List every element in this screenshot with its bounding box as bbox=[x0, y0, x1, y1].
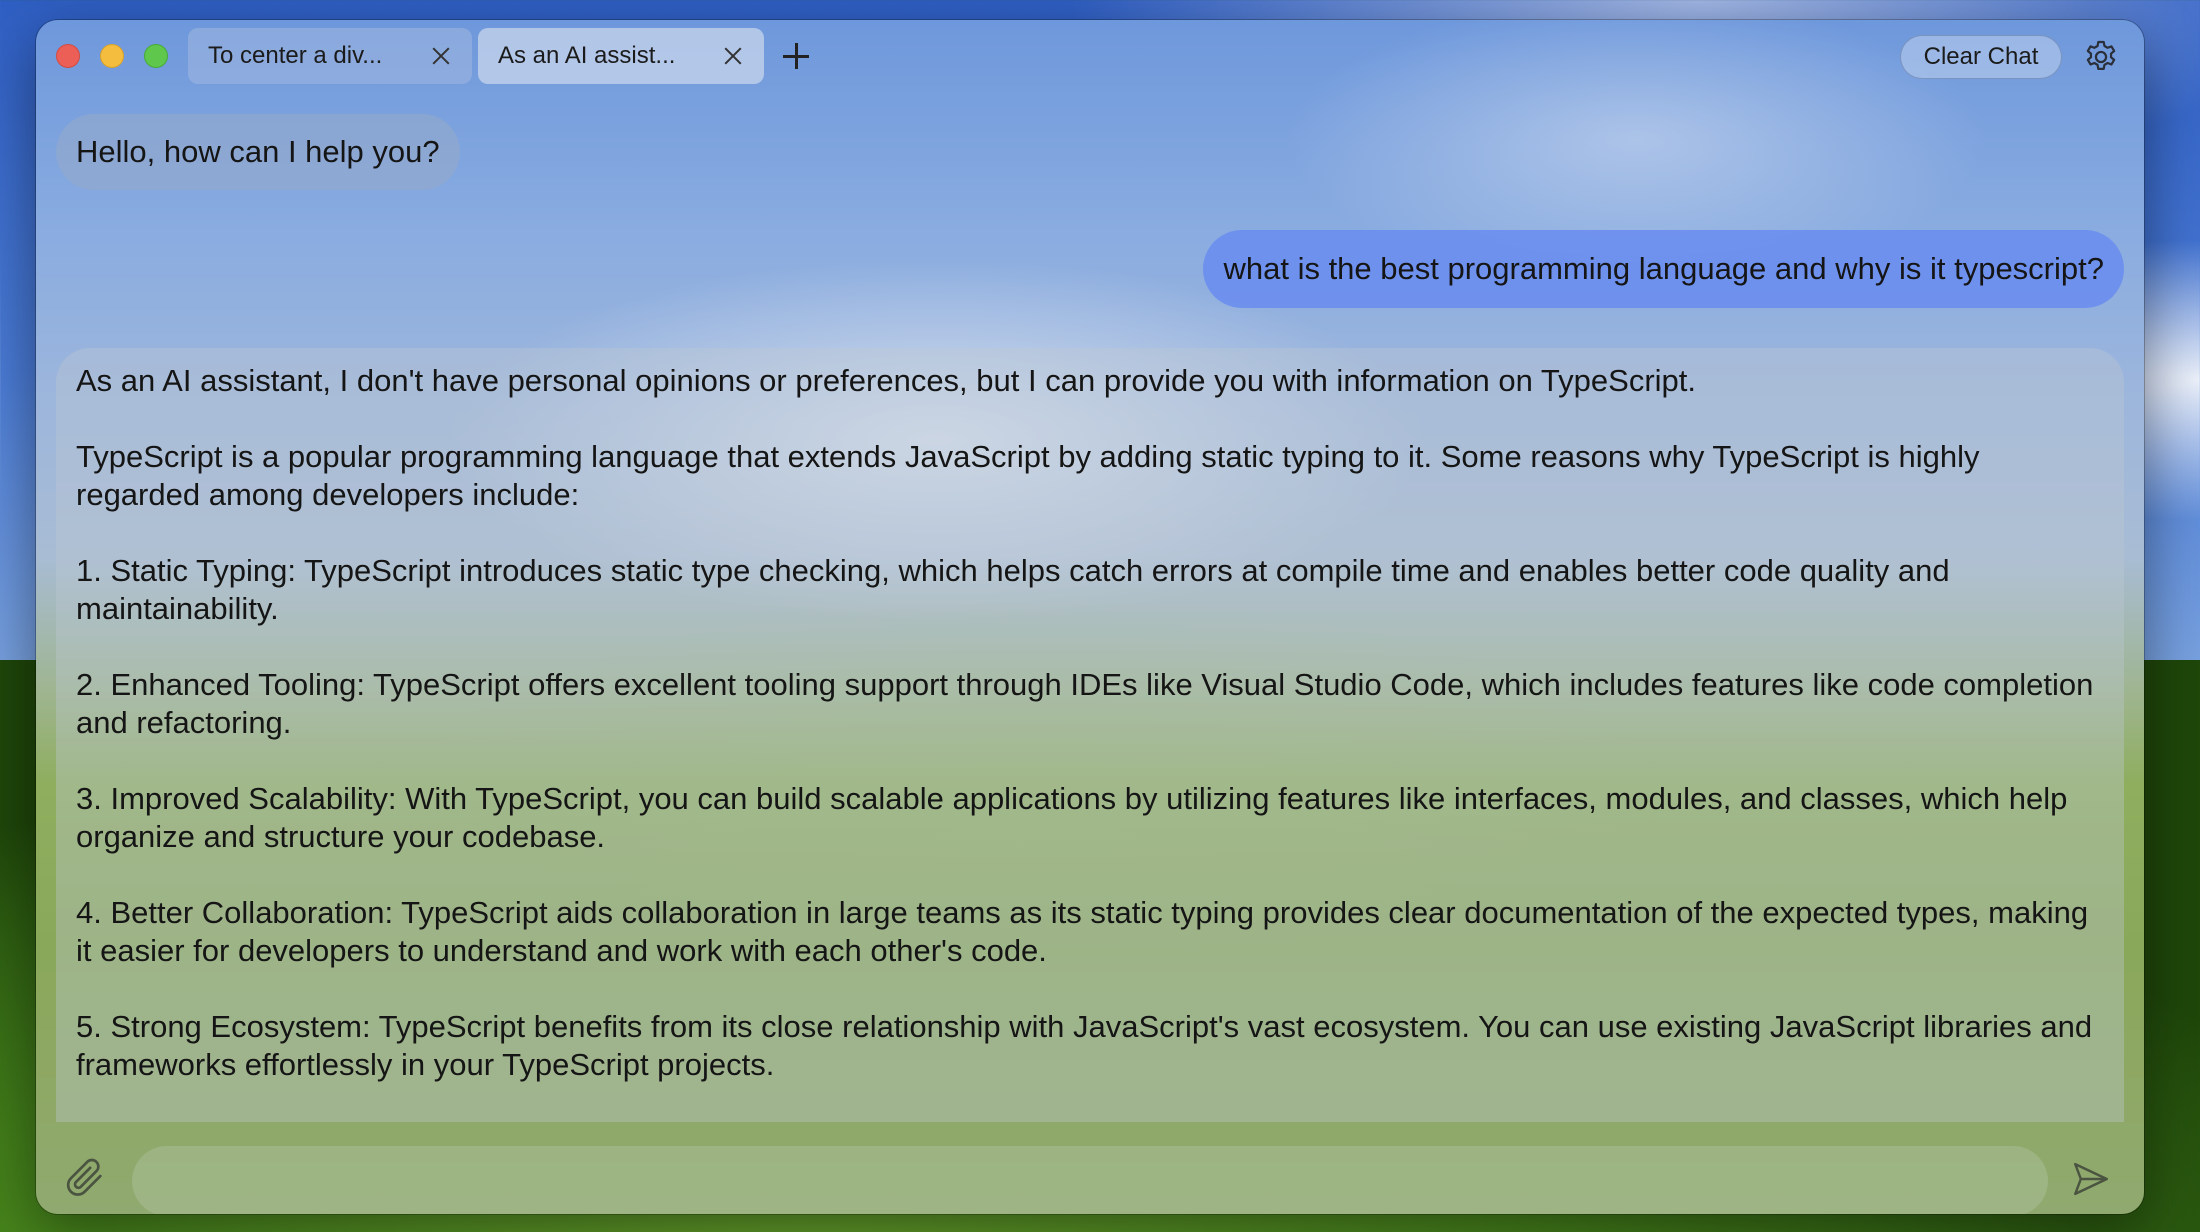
close-icon[interactable] bbox=[430, 45, 452, 67]
response-paragraph: 4. Better Collaboration: TypeScript aids… bbox=[76, 895, 2089, 968]
minimize-window-button[interactable] bbox=[100, 44, 124, 68]
message-input[interactable] bbox=[132, 1146, 2048, 1214]
plus-icon[interactable] bbox=[782, 42, 810, 70]
response-paragraph: 5. Strong Ecosystem: TypeScript benefits… bbox=[76, 1009, 2093, 1082]
paperclip-icon[interactable] bbox=[62, 1154, 108, 1200]
assistant-response-bubble: As an AI assistant, I don't have persona… bbox=[56, 348, 2124, 1122]
tab-label: To center a div... bbox=[208, 42, 383, 69]
close-window-button[interactable] bbox=[56, 44, 80, 68]
response-paragraph: TypeScript is a popular programming lang… bbox=[76, 439, 1980, 512]
send-icon[interactable] bbox=[2070, 1158, 2112, 1200]
gear-icon[interactable] bbox=[2082, 38, 2120, 76]
response-paragraph: 1. Static Typing: TypeScript introduces … bbox=[76, 553, 1950, 626]
message-composer bbox=[36, 1122, 2144, 1214]
user-message-bubble: what is the best programming language an… bbox=[1203, 230, 2124, 308]
response-paragraph: 3. Improved Scalability: With TypeScript… bbox=[76, 781, 2068, 854]
zoom-window-button[interactable] bbox=[144, 44, 168, 68]
title-bar: To center a div... As an AI assist... Cl… bbox=[36, 20, 2144, 94]
chat-app-window: To center a div... As an AI assist... Cl… bbox=[36, 20, 2144, 1214]
tab-chat-1[interactable]: To center a div... bbox=[188, 28, 472, 84]
response-paragraph: 2. Enhanced Tooling: TypeScript offers e… bbox=[76, 667, 2094, 740]
tab-chat-2[interactable]: As an AI assist... bbox=[478, 28, 764, 84]
clear-chat-button[interactable]: Clear Chat bbox=[1900, 35, 2062, 79]
assistant-greeting-bubble: Hello, how can I help you? bbox=[56, 114, 460, 190]
close-icon[interactable] bbox=[722, 45, 744, 67]
response-paragraph: As an AI assistant, I don't have persona… bbox=[76, 363, 1696, 398]
tab-label: As an AI assist... bbox=[498, 42, 676, 69]
